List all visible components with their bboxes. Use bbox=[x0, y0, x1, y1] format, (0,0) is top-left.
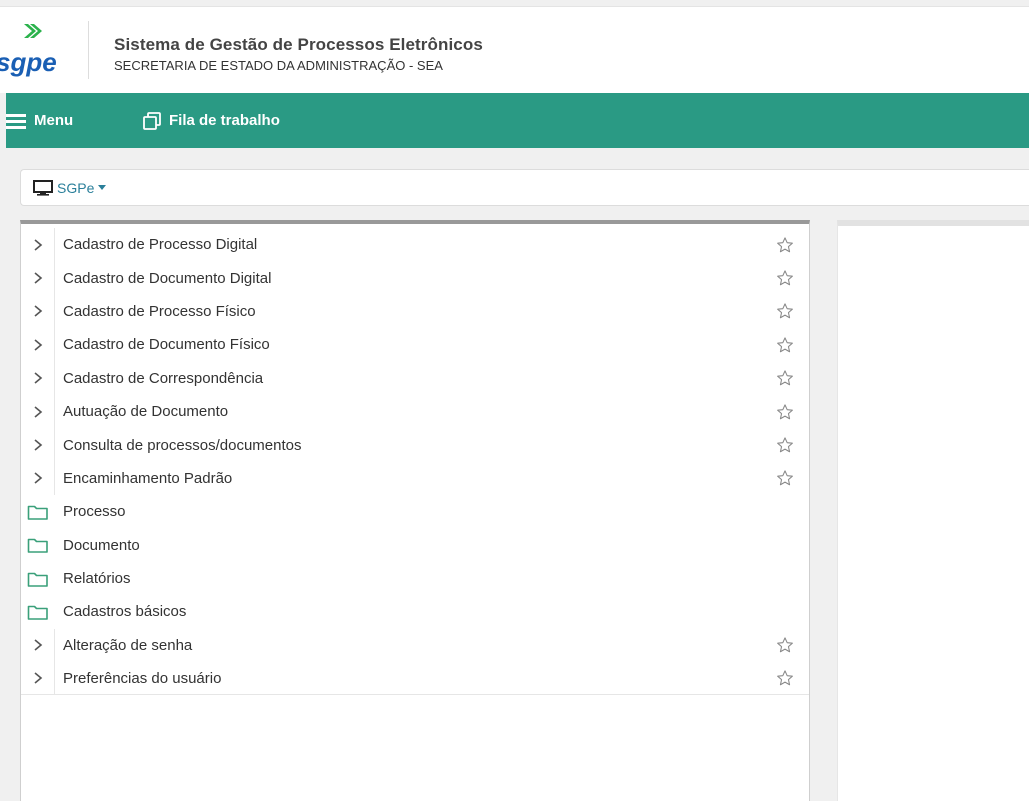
top-navbar: Menu Fila de trabalho bbox=[6, 93, 1029, 148]
hamburger-icon bbox=[6, 113, 26, 129]
chevron-right-icon bbox=[21, 394, 55, 429]
menu-button[interactable]: Menu bbox=[6, 93, 73, 148]
chevron-right-icon bbox=[21, 328, 55, 362]
module-bar: SGPe bbox=[20, 169, 1029, 206]
menu-item-label: Cadastro de Processo Físico bbox=[63, 302, 256, 320]
chevron-right-icon bbox=[21, 628, 55, 663]
menu-item-label: Processo bbox=[63, 503, 126, 521]
module-dropdown[interactable]: SGPe bbox=[33, 170, 107, 205]
chevron-right-icon bbox=[21, 428, 55, 462]
menu-panel: Cadastro de Processo Digital Cadastro de … bbox=[20, 220, 810, 801]
favorite-star-icon[interactable] bbox=[775, 635, 795, 655]
menu-item-label: Cadastro de Correspondência bbox=[63, 369, 264, 387]
menu-item-label: Relatórios bbox=[63, 570, 131, 588]
folder-icon bbox=[21, 529, 55, 562]
favorite-star-icon[interactable] bbox=[775, 402, 795, 422]
menu-item[interactable]: Relatórios bbox=[21, 562, 809, 595]
favorite-star-icon[interactable] bbox=[775, 235, 795, 255]
favorite-star-icon[interactable] bbox=[775, 335, 795, 355]
menu-item-label: Cadastro de Documento Físico bbox=[63, 336, 270, 354]
menu-item-label: Encaminhamento Padrão bbox=[63, 469, 233, 487]
chevron-right-icon bbox=[21, 662, 55, 695]
favorites-panel bbox=[837, 220, 1029, 801]
app-header: sgpe Sistema de Gestão de Processos Elet… bbox=[0, 6, 1029, 93]
menu-list: Cadastro de Processo Digital Cadastro de … bbox=[21, 228, 809, 696]
chevron-right-icon bbox=[21, 461, 55, 496]
menu-item-label: Autuação de Documento bbox=[63, 403, 229, 421]
module-dropdown-label: SGPe bbox=[57, 179, 95, 196]
chevron-right-icon bbox=[21, 228, 55, 262]
menu-item-label: Consulta de processos/documentos bbox=[63, 436, 302, 454]
menu-item-label: Documento bbox=[63, 536, 140, 554]
menu-item[interactable]: Autuação de Documento bbox=[21, 394, 809, 429]
favorite-star-icon[interactable] bbox=[775, 468, 795, 488]
chevron-right-icon bbox=[21, 361, 55, 395]
caret-down-icon bbox=[98, 185, 107, 190]
menu-item[interactable]: Cadastro de Documento Digital bbox=[21, 261, 809, 295]
chevron-right-icon bbox=[21, 261, 55, 295]
menu-item-label: Cadastro de Processo Digital bbox=[63, 236, 258, 254]
menu-item[interactable]: Alteração de senha bbox=[21, 628, 809, 663]
menu-item[interactable]: Documento bbox=[21, 529, 809, 562]
favorite-star-icon[interactable] bbox=[775, 668, 795, 688]
folder-icon bbox=[21, 562, 55, 595]
system-title: Sistema de Gestão de Processos Eletrônic… bbox=[114, 35, 483, 54]
system-subtitle: SECRETARIA DE ESTADO DA ADMINISTRAÇÃO - … bbox=[114, 58, 443, 73]
menu-item-label: Cadastro de Documento Digital bbox=[63, 269, 272, 287]
favorite-star-icon[interactable] bbox=[775, 368, 795, 388]
menu-item[interactable]: Consulta de processos/documentos bbox=[21, 428, 809, 462]
chevron-right-icon bbox=[21, 294, 55, 329]
desktop-icon bbox=[33, 179, 53, 196]
header-divider bbox=[88, 21, 89, 79]
favorite-star-icon[interactable] bbox=[775, 301, 795, 321]
menu-item-label: Preferências do usuário bbox=[63, 669, 222, 687]
folder-icon bbox=[21, 495, 55, 528]
menu-item[interactable]: Cadastro de Processo Físico bbox=[21, 294, 809, 329]
menu-item[interactable]: Preferências do usuário bbox=[21, 662, 809, 696]
main-content: SGPe Cadastro de Processo Digital Cadastr… bbox=[6, 148, 1029, 801]
logo-arrows-icon bbox=[24, 24, 42, 38]
fila-de-trabalho-label: Fila de trabalho bbox=[169, 112, 280, 129]
menu-button-label: Menu bbox=[34, 112, 74, 129]
menu-item[interactable]: Cadastros básicos bbox=[21, 595, 809, 628]
copy-icon bbox=[143, 111, 161, 130]
logo-text: sgpe bbox=[0, 47, 57, 77]
menu-item[interactable]: Cadastro de Correspondência bbox=[21, 361, 809, 395]
menu-item[interactable]: Processo bbox=[21, 495, 809, 528]
menu-item-label: Alteração de senha bbox=[63, 636, 193, 654]
folder-icon bbox=[21, 595, 55, 628]
menu-item[interactable]: Cadastro de Processo Digital bbox=[21, 228, 809, 262]
sgpe-logo[interactable]: sgpe bbox=[0, 7, 86, 94]
menu-item[interactable]: Cadastro de Documento Físico bbox=[21, 328, 809, 362]
menu-item-label: Cadastros básicos bbox=[63, 603, 187, 621]
menu-item[interactable]: Encaminhamento Padrão bbox=[21, 461, 809, 496]
favorite-star-icon[interactable] bbox=[775, 268, 795, 288]
fila-de-trabalho-button[interactable]: Fila de trabalho bbox=[143, 93, 280, 148]
favorite-star-icon[interactable] bbox=[775, 435, 795, 455]
